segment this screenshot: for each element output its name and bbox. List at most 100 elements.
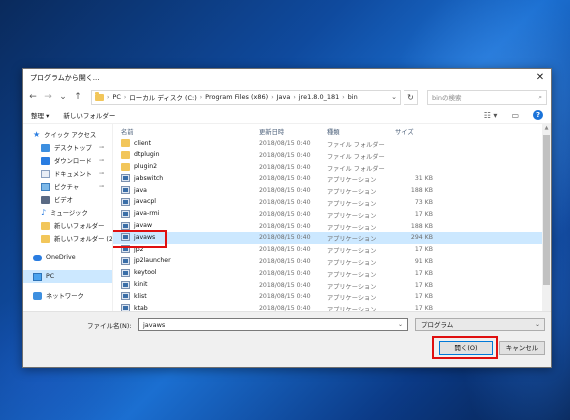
new-folder-button[interactable]: 新しいフォルダー bbox=[63, 110, 115, 120]
file-name-cell: client bbox=[121, 139, 151, 147]
title-bar: プログラムから開く... ✕ bbox=[23, 69, 551, 87]
breadcrumb-item[interactable]: Java bbox=[277, 93, 291, 101]
file-row[interactable]: jp2 2018/08/15 0:40 アプリケーション 17 KB bbox=[113, 244, 551, 256]
open-button-highlight-box bbox=[432, 336, 498, 359]
column-date-header[interactable]: 更新日時 bbox=[259, 127, 284, 136]
file-row[interactable]: jabswitch 2018/08/15 0:40 アプリケーション 31 KB bbox=[113, 173, 551, 185]
sidebar-item[interactable]: ♪ ミュージック bbox=[23, 206, 112, 219]
sidebar-item[interactable]: ネットワーク bbox=[23, 289, 112, 302]
application-icon bbox=[121, 292, 130, 301]
dialog-footer: ファイル名(N): javaws ⌄ プログラム ⌄ 開く(O) キャンセル bbox=[23, 311, 551, 367]
sidebar-item[interactable]: ドキュメント ⊸ bbox=[23, 167, 112, 180]
pc-icon bbox=[33, 272, 42, 281]
address-dropdown-icon[interactable]: ⌄ bbox=[391, 93, 397, 101]
onedrive-icon bbox=[33, 254, 42, 261]
file-row[interactable]: klist 2018/08/15 0:40 アプリケーション 17 KB bbox=[113, 291, 551, 303]
forward-arrow-icon[interactable]: → bbox=[42, 90, 54, 104]
column-type-header[interactable]: 種類 bbox=[327, 127, 340, 136]
sidebar-item[interactable]: 新しいフォルダー (2) bbox=[23, 232, 112, 245]
open-with-dialog: プログラムから開く... ✕ ← → ⌄ ↑ › PC › ローカル ディスク (C:… bbox=[22, 68, 552, 368]
breadcrumb-item[interactable]: jre1.8.0_181 bbox=[299, 93, 340, 101]
file-type: アプリケーション bbox=[327, 189, 377, 197]
breadcrumb-item[interactable]: bin bbox=[348, 93, 358, 101]
file-row[interactable]: javaws 2018/08/15 0:40 アプリケーション 294 KB bbox=[113, 232, 551, 245]
file-row[interactable]: javaw 2018/08/15 0:40 アプリケーション 188 KB bbox=[113, 221, 551, 233]
file-row[interactable]: jp2launcher 2018/08/15 0:40 アプリケーション 91 KB bbox=[113, 256, 551, 268]
breadcrumb-item[interactable]: ローカル ディスク (C:) bbox=[129, 92, 196, 102]
view-options-icon[interactable]: ☷ ▾ bbox=[484, 111, 498, 120]
search-icon: ⌕ bbox=[538, 92, 542, 101]
refresh-icon[interactable]: ↻ bbox=[404, 89, 418, 105]
file-row[interactable]: keytool 2018/08/15 0:40 アプリケーション 17 KB bbox=[113, 268, 551, 280]
search-placeholder: binの検索 bbox=[432, 94, 462, 102]
file-type: アプリケーション bbox=[327, 200, 377, 208]
file-type: アプリケーション bbox=[327, 177, 377, 185]
file-size: 17 KB bbox=[414, 246, 433, 254]
up-arrow-icon[interactable]: ↑ bbox=[72, 90, 84, 104]
organize-button[interactable]: 整理 ▾ bbox=[31, 110, 49, 120]
file-row[interactable]: java-rmi 2018/08/15 0:40 アプリケーション 17 KB bbox=[113, 209, 551, 221]
file-row[interactable]: kinit 2018/08/15 0:40 アプリケーション 17 KB bbox=[113, 280, 551, 292]
file-row[interactable]: javacpl 2018/08/15 0:40 アプリケーション 73 KB bbox=[113, 197, 551, 209]
filename-label: ファイル名(N): bbox=[87, 322, 132, 330]
sidebar-item[interactable]: ダウンロード ⊸ bbox=[23, 154, 112, 167]
address-bar[interactable]: › PC › ローカル ディスク (C:) › Program Files (x86) › J… bbox=[91, 89, 401, 105]
file-row[interactable]: plugin2 2018/08/15 0:40 ファイル フォルダー bbox=[113, 162, 551, 174]
download-icon bbox=[41, 156, 50, 165]
sidebar-item-label: デスクトップ bbox=[54, 145, 92, 152]
sidebar-item[interactable]: ★ クイック アクセス bbox=[23, 128, 112, 141]
breadcrumb-separator-icon[interactable]: › bbox=[124, 94, 126, 101]
file-name: javaw bbox=[134, 222, 153, 230]
sidebar-item-label: ミュージック bbox=[50, 210, 88, 217]
sidebar-item[interactable]: PC bbox=[23, 270, 112, 283]
sidebar-item-label: OneDrive bbox=[46, 254, 76, 261]
folder-icon bbox=[121, 150, 130, 159]
file-name-cell: klist bbox=[121, 292, 147, 301]
recent-chevron-icon[interactable]: ⌄ bbox=[57, 90, 69, 104]
scroll-thumb[interactable] bbox=[543, 135, 550, 285]
file-row[interactable]: client 2018/08/15 0:40 ファイル フォルダー bbox=[113, 138, 551, 150]
close-icon[interactable]: ✕ bbox=[533, 71, 547, 85]
breadcrumb-separator-icon[interactable]: › bbox=[200, 94, 202, 101]
filetype-select[interactable]: プログラム ⌄ bbox=[415, 318, 545, 331]
file-name: dtplugin bbox=[134, 151, 160, 159]
vertical-scrollbar[interactable]: ▲ ▼ bbox=[542, 124, 551, 329]
help-icon[interactable]: ? bbox=[533, 110, 543, 120]
sidebar-item[interactable]: デスクトップ ⊸ bbox=[23, 141, 112, 154]
address-row: ← → ⌄ ↑ › PC › ローカル ディスク (C:) › Program Files… bbox=[23, 87, 551, 107]
breadcrumb-separator-icon[interactable]: › bbox=[293, 94, 295, 101]
folder-icon bbox=[95, 91, 104, 101]
sidebar-item-label: ドキュメント bbox=[54, 171, 92, 178]
file-size: 188 KB bbox=[410, 222, 433, 230]
breadcrumb-separator-icon[interactable]: › bbox=[107, 94, 109, 101]
command-bar: 整理 ▾ 新しいフォルダー ☷ ▾ ▭ ? bbox=[23, 107, 551, 123]
cancel-button[interactable]: キャンセル bbox=[499, 341, 545, 355]
preview-pane-icon[interactable]: ▭ bbox=[511, 111, 519, 120]
file-size: 91 KB bbox=[414, 257, 433, 265]
sidebar-item[interactable]: 新しいフォルダー bbox=[23, 219, 112, 232]
sidebar-item[interactable]: OneDrive bbox=[23, 251, 112, 264]
pin-icon: ⊸ bbox=[98, 170, 104, 177]
scroll-up-icon[interactable]: ▲ bbox=[542, 124, 551, 133]
column-size-header[interactable]: サイズ bbox=[395, 127, 414, 136]
breadcrumb-item[interactable]: Program Files (x86) bbox=[205, 93, 268, 101]
filename-input[interactable]: javaws ⌄ bbox=[138, 318, 408, 331]
file-row[interactable]: dtplugin 2018/08/15 0:40 ファイル フォルダー bbox=[113, 150, 551, 162]
search-input[interactable]: binの検索 ⌕ bbox=[427, 89, 547, 105]
file-size: 73 KB bbox=[414, 198, 433, 206]
file-name: plugin2 bbox=[134, 163, 158, 171]
file-row[interactable]: java 2018/08/15 0:40 アプリケーション 188 KB bbox=[113, 185, 551, 197]
breadcrumb-separator-icon[interactable]: › bbox=[342, 94, 344, 101]
file-date: 2018/08/15 0:40 bbox=[259, 175, 311, 183]
back-arrow-icon[interactable]: ← bbox=[27, 90, 39, 104]
breadcrumb-separator-icon[interactable]: › bbox=[271, 94, 273, 101]
file-name: client bbox=[134, 139, 151, 147]
sidebar-item-label: PC bbox=[46, 273, 55, 280]
chevron-down-icon[interactable]: ⌄ bbox=[398, 320, 403, 330]
sidebar-item[interactable]: ピクチャ ⊸ bbox=[23, 180, 112, 193]
sidebar-item[interactable]: ビデオ bbox=[23, 193, 112, 206]
column-name-header[interactable]: 名前 bbox=[121, 127, 134, 136]
file-name-cell: dtplugin bbox=[121, 150, 160, 159]
breadcrumb-item[interactable]: PC bbox=[112, 93, 120, 101]
file-name: java-rmi bbox=[134, 210, 160, 218]
